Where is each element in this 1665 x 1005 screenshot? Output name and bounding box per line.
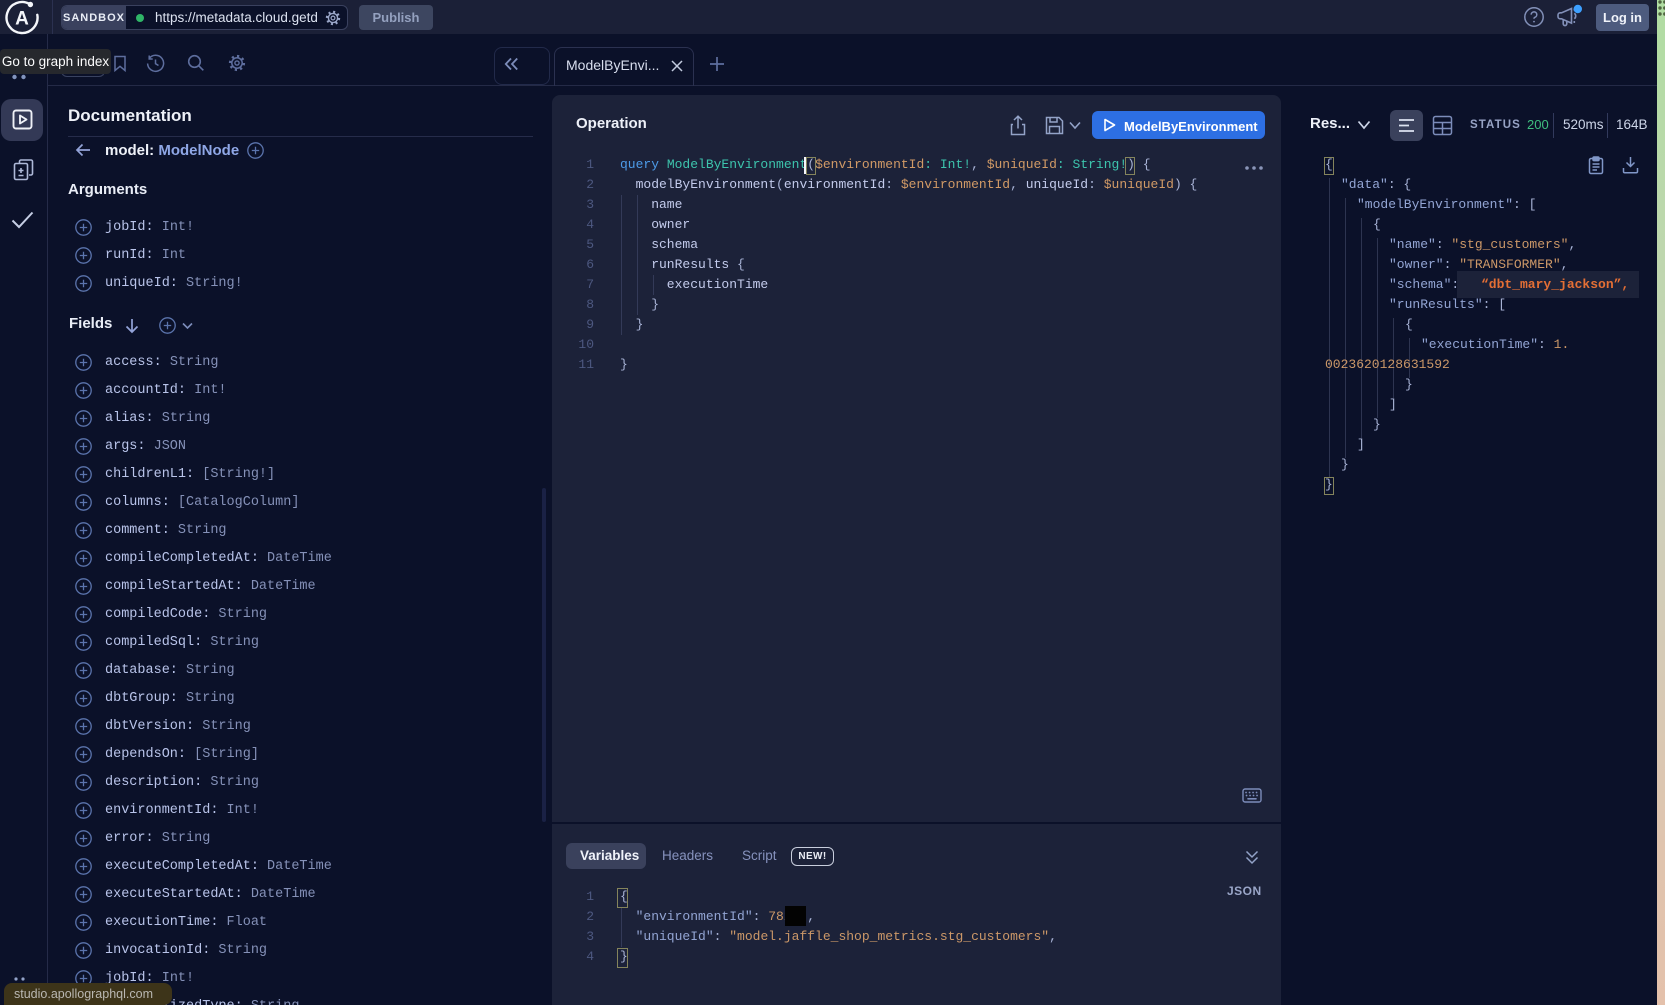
svg-text:A: A bbox=[15, 9, 29, 30]
